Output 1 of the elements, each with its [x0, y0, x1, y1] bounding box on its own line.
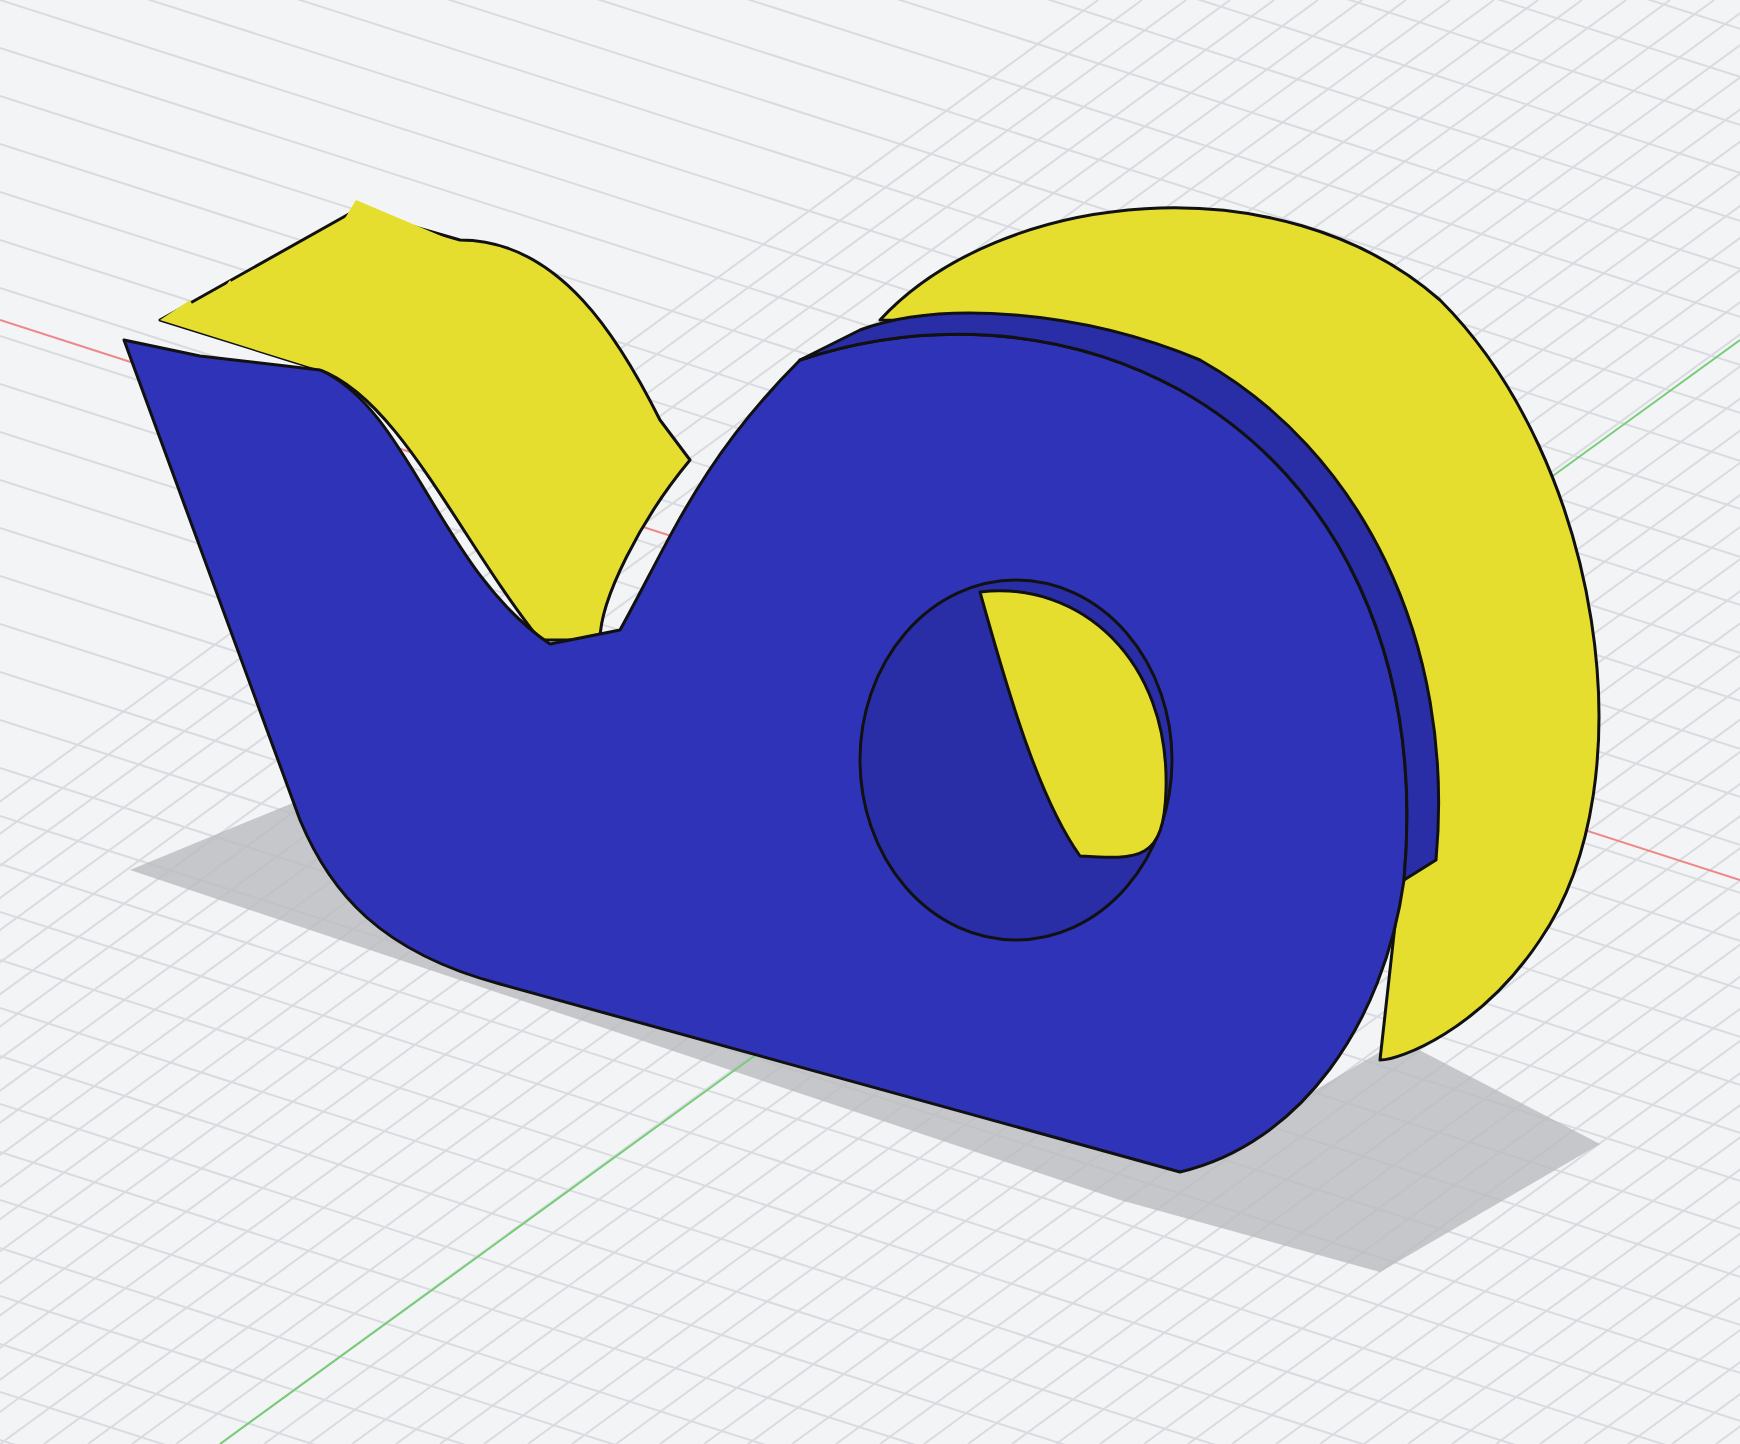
- cad-viewport[interactable]: [0, 0, 1740, 1444]
